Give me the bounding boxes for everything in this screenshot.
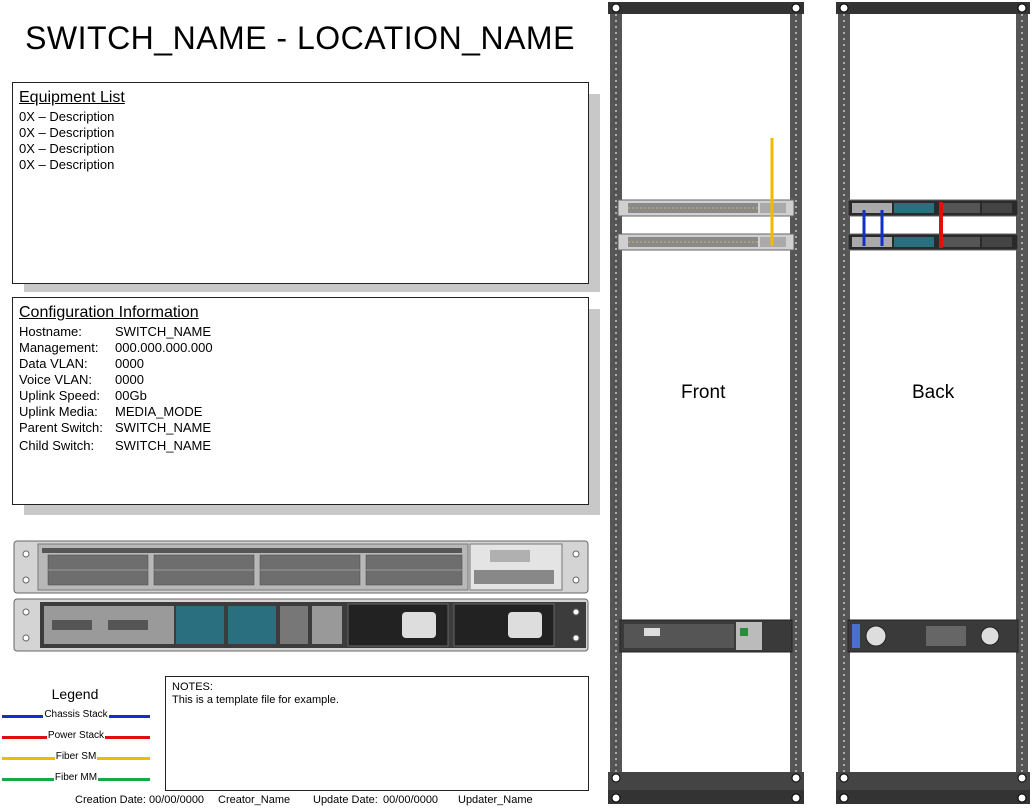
- config-key: Child Switch:: [19, 438, 95, 453]
- legend-fiber-sm: Fiber SM: [2, 751, 150, 764]
- front-rack-switch-2: [617, 233, 795, 251]
- config-key: Voice VLAN:: [19, 372, 92, 387]
- front-rack-switch-1: [617, 199, 795, 217]
- config-row: Voice VLAN: 0000: [19, 372, 588, 388]
- config-row: Child Switch: SWITCH_NAME: [19, 438, 588, 454]
- legend-label: Fiber MM: [53, 772, 99, 783]
- equipment-item: 0X – Description: [19, 157, 115, 172]
- legend-title: Legend: [51, 686, 99, 702]
- config-row: Data VLAN: 0000: [19, 356, 588, 372]
- equipment-list-box: Equipment List 0X – Description 0X – Des…: [12, 82, 589, 284]
- back-rack-label: Back: [912, 382, 955, 403]
- equipment-list-heading: Equipment List: [19, 89, 125, 106]
- switch-back-image: [13, 598, 589, 652]
- creation-date: 00/00/0000: [149, 794, 205, 806]
- notes-text: This is a template file for example.: [172, 694, 339, 706]
- config-value: 000.000.000.000: [115, 340, 213, 355]
- config-key: Hostname:: [19, 324, 82, 339]
- equipment-item: 0X – Description: [19, 141, 115, 156]
- legend-label: Chassis Stack: [43, 709, 109, 720]
- update-date-label: Update Date:: [313, 794, 378, 806]
- legend-label: Fiber SM: [54, 751, 98, 762]
- legend-power-stack: Power Stack: [2, 730, 150, 743]
- config-row: Hostname: SWITCH_NAME: [19, 324, 588, 340]
- back-rack-ups: [847, 619, 1019, 653]
- notes-heading: NOTES:: [172, 681, 213, 693]
- creator-name: Creator_Name: [218, 794, 291, 806]
- creation-date-label: Creation Date:: [75, 794, 146, 806]
- config-key: Uplink Media:: [19, 404, 98, 419]
- config-value: MEDIA_MODE: [115, 404, 203, 419]
- legend-chassis-stack: Chassis Stack: [2, 709, 150, 722]
- config-row: Uplink Speed: 00Gb: [19, 388, 588, 404]
- equipment-item: 0X – Description: [19, 125, 115, 140]
- config-value: 0000: [115, 356, 144, 371]
- notes-box: NOTES: This is a template file for examp…: [165, 676, 589, 791]
- front-rack-label: Front: [681, 382, 726, 403]
- config-value: SWITCH_NAME: [115, 324, 212, 339]
- equipment-item: 0X – Description: [19, 109, 115, 124]
- legend-label: Power Stack: [46, 730, 106, 741]
- config-row: Management: 000.000.000.000: [19, 340, 588, 356]
- updater-name: Updater_Name: [458, 794, 533, 806]
- config-row: Parent Switch: SWITCH_NAME: [19, 420, 588, 436]
- config-key: Parent Switch:: [19, 420, 103, 435]
- config-heading: Configuration Information: [19, 304, 199, 321]
- legend-fiber-mm: Fiber MM: [2, 772, 150, 785]
- switch-illustration: [13, 540, 589, 652]
- config-box: Configuration Information Hostname: SWITC…: [12, 297, 589, 505]
- back-rack-switch-1: [847, 199, 1019, 217]
- back-rack-switch-2: [847, 233, 1019, 251]
- config-key: Data VLAN:: [19, 356, 88, 371]
- config-value: 0000: [115, 372, 144, 387]
- config-value: 00Gb: [115, 388, 147, 403]
- config-row: Uplink Media: MEDIA_MODE: [19, 404, 588, 420]
- update-date: 00/00/0000: [383, 794, 439, 806]
- switch-front-image: [13, 540, 589, 594]
- page-title: SWITCH_NAME - LOCATION_NAME: [25, 20, 575, 56]
- config-key: Management:: [19, 340, 99, 355]
- config-value: SWITCH_NAME: [115, 438, 212, 453]
- config-value: SWITCH_NAME: [115, 420, 212, 435]
- config-key: Uplink Speed:: [19, 388, 100, 403]
- front-rack-ups: [619, 619, 793, 653]
